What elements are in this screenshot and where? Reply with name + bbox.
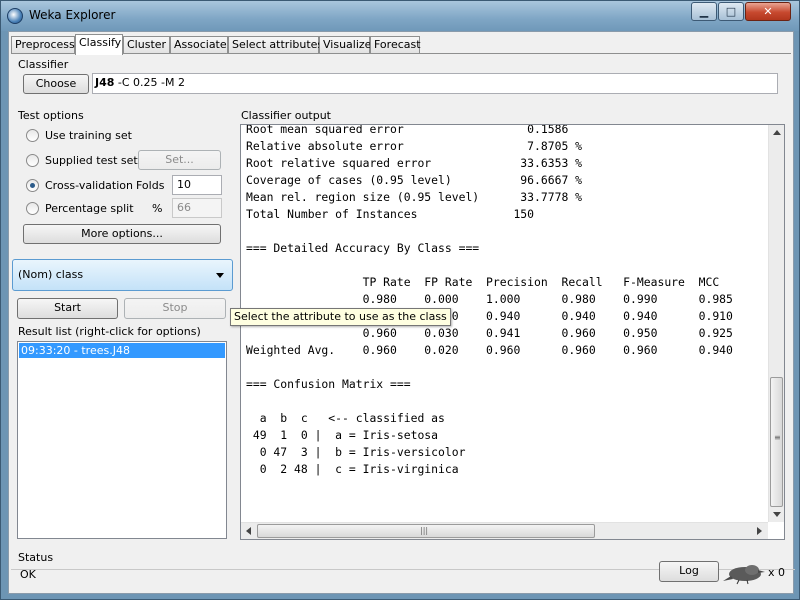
- weka-app-icon: [7, 8, 23, 24]
- supplied-test-set-radio[interactable]: [26, 154, 39, 167]
- grip-icon: ≡: [774, 433, 781, 442]
- output-line: 0 2 48 | c = Iris-virginica: [246, 462, 459, 476]
- output-line: Mean rel. region size (0.95 level) 33.77…: [246, 190, 583, 204]
- percentage-split-label: Percentage split: [45, 202, 134, 215]
- output-line: 0.980 0.000 1.000 0.980 0.990 0.985: [246, 292, 733, 306]
- percentage-split-option[interactable]: Percentage split: [26, 201, 146, 217]
- output-line: Root mean squared error 0.1586: [246, 124, 569, 136]
- choose-classifier-button[interactable]: Choose: [23, 74, 89, 94]
- stop-button[interactable]: Stop: [124, 298, 226, 319]
- classifier-output-label: Classifier output: [241, 109, 331, 122]
- class-attribute-tooltip: Select the attribute to use as the class: [230, 308, 451, 326]
- tab-forecast[interactable]: Forecast: [370, 36, 421, 54]
- tab-cluster[interactable]: Cluster: [123, 36, 170, 54]
- use-training-set-option[interactable]: Use training set: [26, 128, 146, 144]
- grip-icon: |||: [420, 526, 429, 535]
- horizontal-scroll-thumb[interactable]: |||: [257, 524, 595, 538]
- more-options-button[interactable]: More options...: [23, 224, 221, 244]
- percentage-split-radio[interactable]: [26, 202, 39, 215]
- output-line: Coverage of cases (0.95 level) 96.6667 %: [246, 173, 583, 187]
- output-line: a b c <-- classified as: [246, 411, 445, 425]
- maximize-button[interactable]: □: [718, 2, 744, 21]
- output-line: 0.960 0.030 0.941 0.960 0.950 0.925: [246, 326, 733, 340]
- title-bar[interactable]: Weka Explorer ▁ □ ✕: [1, 1, 799, 31]
- scroll-down-icon[interactable]: [773, 512, 781, 517]
- set-test-file-button[interactable]: Set...: [138, 150, 221, 170]
- classifier-options: -C 0.25 -M 2: [114, 76, 185, 89]
- status-text: OK: [20, 568, 36, 581]
- output-horizontal-scrollbar[interactable]: |||: [241, 522, 768, 539]
- tab-preprocess[interactable]: Preprocess: [11, 36, 75, 54]
- test-options-label: Test options: [18, 109, 84, 122]
- output-line: Weighted Avg. 0.960 0.020 0.960 0.960 0.…: [246, 343, 733, 357]
- result-list-label: Result list (right-click for options): [18, 325, 201, 338]
- classifier-name: J48: [95, 76, 115, 89]
- output-text-content: Root mean squared error 0.1586 Relative a…: [246, 124, 733, 478]
- weka-explorer-window: Weka Explorer ▁ □ ✕ Preprocess Classify …: [0, 0, 800, 600]
- window-title: Weka Explorer: [29, 8, 116, 22]
- task-count: x 0: [768, 566, 786, 579]
- output-vertical-scrollbar[interactable]: ≡: [768, 125, 784, 522]
- class-attribute-dropdown[interactable]: (Nom) class: [12, 259, 233, 291]
- output-line: Relative absolute error 7.8705 %: [246, 139, 583, 153]
- output-line: 49 1 0 | a = Iris-setosa: [246, 428, 439, 442]
- output-line: Total Number of Instances 150: [246, 207, 535, 221]
- vertical-scroll-thumb[interactable]: ≡: [770, 377, 783, 507]
- use-training-set-label: Use training set: [45, 129, 132, 142]
- classifier-config-field[interactable]: J48 -C 0.25 -M 2: [92, 73, 778, 94]
- chevron-down-icon: [216, 273, 224, 278]
- result-list-item[interactable]: 09:33:20 - trees.J48: [19, 343, 225, 358]
- classifier-group-label: Classifier: [18, 58, 69, 71]
- minimize-button[interactable]: ▁: [691, 2, 717, 21]
- classifier-output-text[interactable]: Root mean squared error 0.1586 Relative a…: [240, 124, 785, 540]
- supplied-test-set-label: Supplied test set: [45, 154, 138, 167]
- cross-validation-option[interactable]: Cross-validation: [26, 178, 146, 194]
- use-training-set-radio[interactable]: [26, 129, 39, 142]
- output-line: 0 47 3 | b = Iris-versicolor: [246, 445, 466, 459]
- class-attribute-value: (Nom) class: [18, 268, 84, 281]
- tab-select-attributes[interactable]: Select attributes: [228, 36, 323, 54]
- tab-visualize[interactable]: Visualize: [319, 36, 371, 54]
- scroll-left-icon[interactable]: [246, 527, 251, 535]
- percent-symbol: %: [152, 202, 163, 215]
- output-line: Root relative squared error 33.6353 %: [246, 156, 583, 170]
- tab-associate[interactable]: Associate: [170, 36, 228, 54]
- percent-split-input[interactable]: 66: [172, 198, 222, 218]
- scroll-right-icon[interactable]: [757, 527, 762, 535]
- folds-input[interactable]: 10: [172, 175, 222, 195]
- output-line: === Detailed Accuracy By Class ===: [246, 241, 480, 255]
- start-button[interactable]: Start: [17, 298, 118, 319]
- weka-bird-icon: [721, 559, 766, 585]
- status-label: Status: [18, 551, 54, 564]
- tab-classify[interactable]: Classify: [75, 34, 123, 55]
- cross-validation-label: Cross-validation: [45, 179, 133, 192]
- result-list[interactable]: 09:33:20 - trees.J48: [17, 341, 227, 539]
- folds-label: Folds: [136, 179, 165, 192]
- scroll-up-icon[interactable]: [773, 130, 781, 135]
- cross-validation-radio[interactable]: [26, 179, 39, 192]
- output-line: TP Rate FP Rate Precision Recall F-Measu…: [246, 275, 720, 289]
- supplied-test-set-option[interactable]: Supplied test set: [26, 153, 146, 169]
- log-button[interactable]: Log: [659, 561, 719, 582]
- close-button[interactable]: ✕: [745, 2, 791, 21]
- output-line: === Confusion Matrix ===: [246, 377, 411, 391]
